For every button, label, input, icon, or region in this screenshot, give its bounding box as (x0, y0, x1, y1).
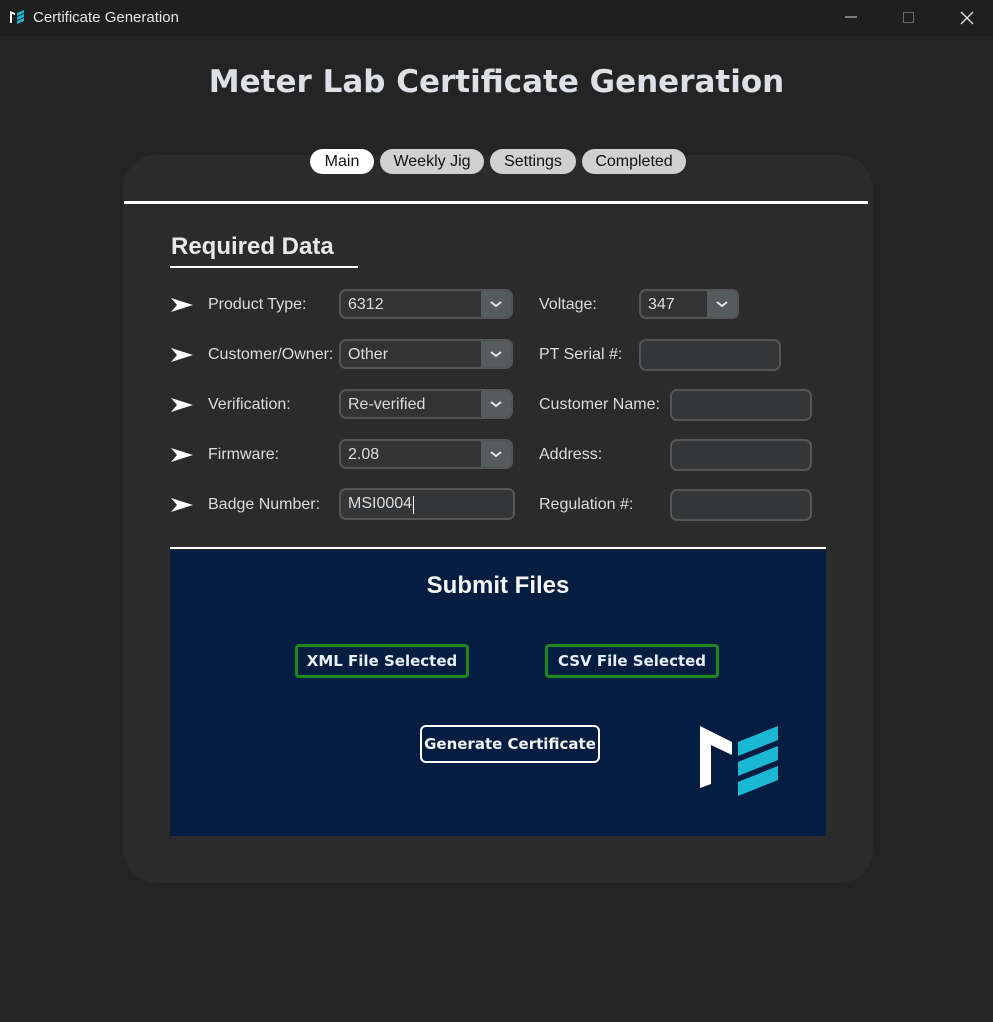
window-titlebar[interactable]: Certificate Generation (0, 0, 993, 36)
pt-serial-input[interactable] (639, 339, 781, 371)
company-logo-icon (700, 726, 778, 796)
product-type-label: Product Type: (208, 296, 307, 313)
minimize-button[interactable] (822, 0, 880, 36)
arrow-icon (171, 348, 193, 362)
firmware-label: Firmware: (208, 446, 280, 463)
text-cursor (413, 496, 414, 514)
regulation-input[interactable] (670, 489, 812, 521)
tab-divider (124, 201, 868, 204)
customer-owner-value: Other (348, 346, 389, 363)
arrow-icon (171, 298, 193, 312)
customer-name-input[interactable] (670, 389, 812, 421)
tab-settings[interactable]: Settings (490, 149, 576, 174)
tab-completed[interactable]: Completed (582, 149, 686, 174)
regulation-label: Regulation #: (539, 496, 634, 513)
pt-serial-label: PT Serial #: (539, 346, 623, 363)
arrow-icon (171, 498, 193, 512)
voltage-value: 347 (648, 296, 675, 313)
customer-owner-label: Customer/Owner: (208, 346, 334, 363)
product-type-dropdown[interactable]: 6312 (339, 289, 513, 319)
generate-certificate-button[interactable]: Generate Certificate (420, 725, 600, 763)
tab-main[interactable]: Main (310, 149, 374, 174)
chevron-down-icon (490, 351, 502, 358)
maximize-button[interactable] (880, 0, 938, 36)
submit-files-heading: Submit Files (426, 572, 570, 599)
customer-name-label: Customer Name: (539, 396, 660, 413)
chevron-down-icon (716, 301, 728, 308)
required-data-heading: Required Data (171, 233, 334, 260)
maximize-icon (903, 12, 914, 23)
submit-files-section: Submit Files XML File Selected CSV File … (170, 550, 826, 836)
dropdown-button[interactable] (707, 291, 737, 317)
badge-number-label: Badge Number: (208, 496, 321, 513)
dropdown-button[interactable] (481, 341, 511, 367)
firmware-value: 2.08 (348, 446, 380, 463)
arrow-icon (171, 448, 193, 462)
address-label: Address: (539, 446, 603, 463)
firmware-dropdown[interactable]: 2.08 (339, 439, 513, 469)
minimize-icon (845, 16, 857, 18)
heading-underline (170, 266, 358, 268)
tab-weekly-jig[interactable]: Weekly Jig (380, 149, 484, 174)
page-title: Meter Lab Certificate Generation (208, 64, 785, 100)
arrow-icon (171, 398, 193, 412)
chevron-down-icon (490, 451, 502, 458)
section-divider (170, 547, 826, 549)
chevron-down-icon (490, 301, 502, 308)
dropdown-button[interactable] (481, 391, 511, 417)
customer-owner-dropdown[interactable]: Other (339, 339, 513, 369)
voltage-dropdown[interactable]: 347 (639, 289, 739, 319)
verification-value: Re-verified (348, 396, 426, 413)
badge-number-input[interactable]: MSI0004 (339, 488, 515, 520)
xml-file-button[interactable]: XML File Selected (295, 644, 469, 678)
app-logo-icon (10, 10, 24, 24)
address-input[interactable] (670, 439, 812, 471)
badge-number-value: MSI0004 (348, 495, 413, 512)
csv-file-button[interactable]: CSV File Selected (545, 644, 719, 678)
voltage-label: Voltage: (539, 296, 597, 313)
tab-bar: Main Weekly Jig Settings Completed (0, 149, 993, 175)
dropdown-button[interactable] (481, 441, 511, 467)
chevron-down-icon (490, 401, 502, 408)
product-type-value: 6312 (348, 296, 384, 313)
window-title: Certificate Generation (33, 9, 179, 26)
close-button[interactable] (938, 0, 993, 36)
verification-dropdown[interactable]: Re-verified (339, 389, 513, 419)
verification-label: Verification: (208, 396, 291, 413)
dropdown-button[interactable] (481, 291, 511, 317)
close-icon (960, 11, 974, 25)
